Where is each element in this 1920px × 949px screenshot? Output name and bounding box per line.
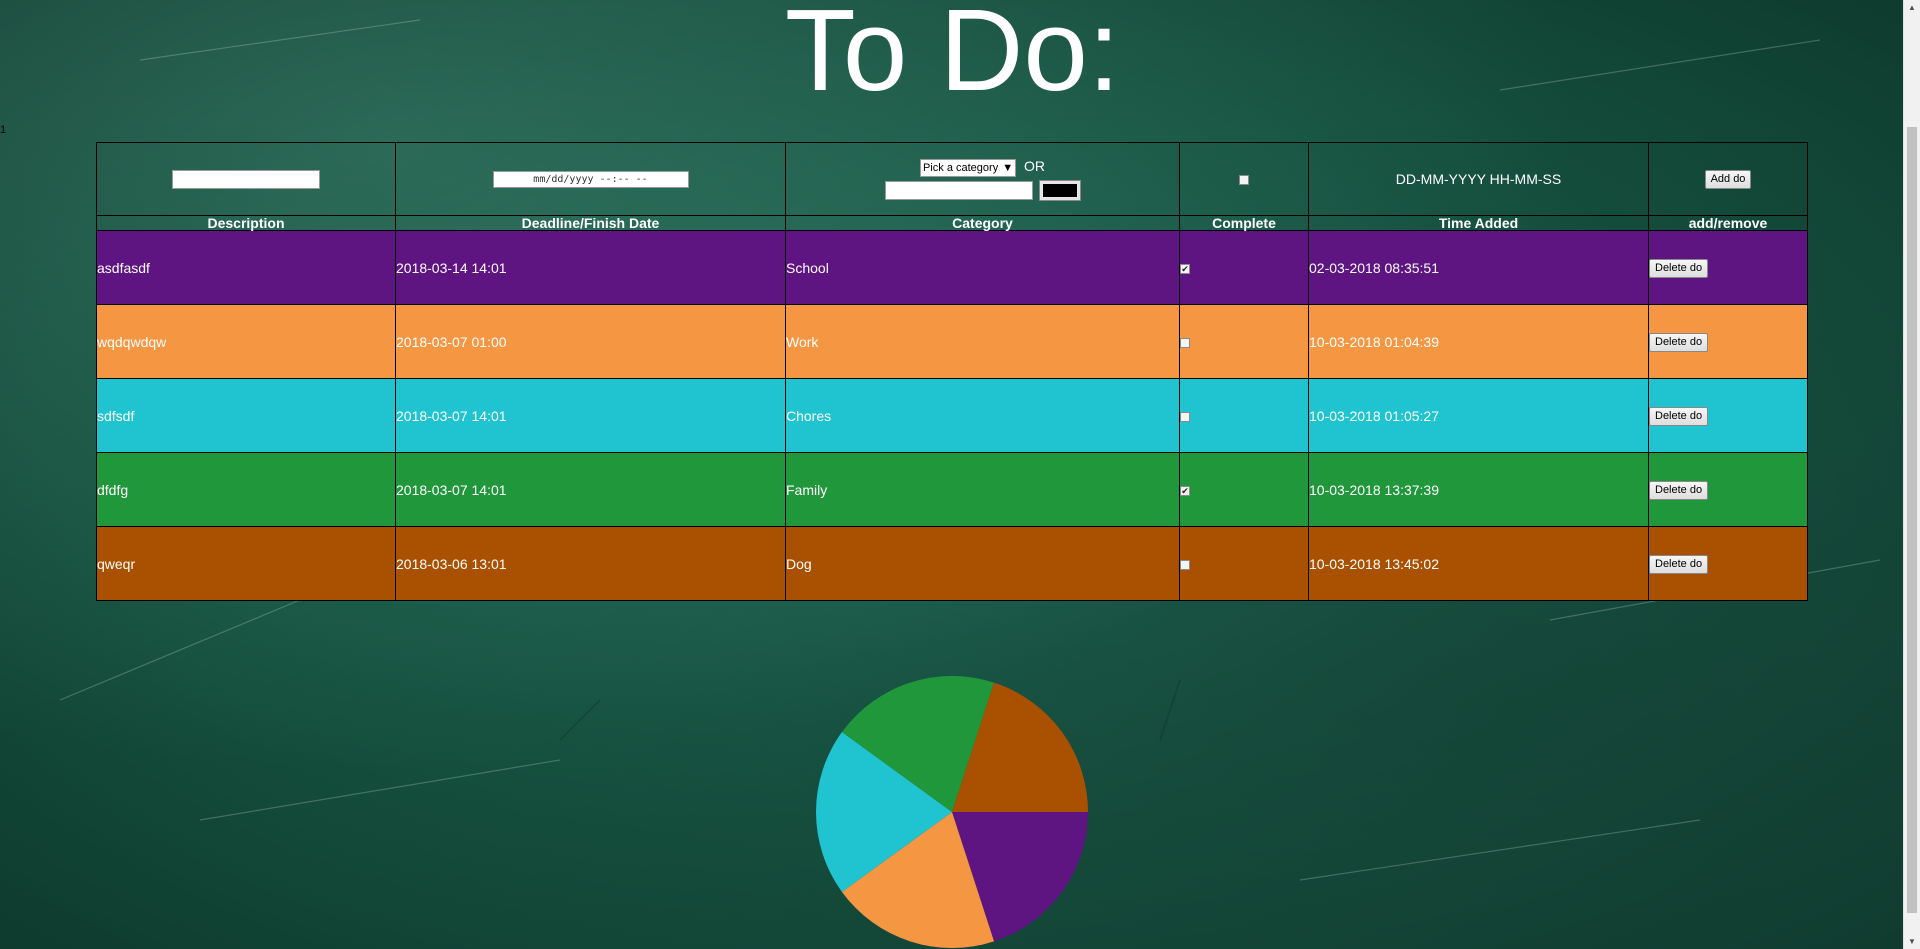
complete-cell: ✔: [1179, 452, 1309, 527]
category-color-picker[interactable]: [1038, 179, 1081, 201]
column-header: Category: [785, 215, 1180, 231]
complete-cell: [1179, 142, 1309, 216]
column-header: Deadline/Finish Date: [395, 215, 786, 231]
description-cell: [96, 142, 396, 216]
deadline-cell: mm/dd/yyyy --:-- --: [395, 142, 786, 216]
category-pie-chart: [816, 676, 1088, 948]
time-added-text: 10-03-2018 01:05:27: [1308, 378, 1649, 453]
column-header: add/remove: [1648, 215, 1808, 231]
category-or-label: OR: [1023, 157, 1045, 174]
delete-do-button[interactable]: Delete do: [1649, 332, 1709, 352]
description-text: dfdfg: [96, 452, 396, 527]
description-text: sdfsdf: [96, 378, 396, 453]
time-format-cell: DD-MM-YYYY HH-MM-SS: [1308, 142, 1649, 216]
add-form-row: mm/dd/yyyy --:-- -- Pick a category ▼ OR: [96, 142, 1808, 216]
stray-mark: 1: [0, 124, 7, 136]
complete-cell: ✔: [1179, 230, 1309, 305]
delete-do-button[interactable]: Delete do: [1649, 406, 1709, 426]
deadline-text: 2018-03-06 13:01: [395, 526, 786, 601]
complete-checkbox[interactable]: [1180, 411, 1190, 422]
table-row: wqdqwdqw 2018-03-07 01:00 Work 10-03-201…: [96, 304, 1808, 379]
page-title: To Do:: [784, 0, 1121, 115]
scroll-up-icon[interactable]: ▲: [1908, 3, 1916, 12]
scrollbar-thumb[interactable]: [1907, 127, 1917, 913]
scroll-down-icon[interactable]: ▼: [1908, 937, 1916, 946]
time-format-label: DD-MM-YYYY HH-MM-SS: [1395, 171, 1562, 187]
column-header: Time Added: [1308, 215, 1649, 231]
time-added-text: 10-03-2018 13:45:02: [1308, 526, 1649, 601]
category-cell: Pick a category ▼ OR: [785, 142, 1180, 216]
description-text: wqdqwdqw: [96, 304, 396, 379]
action-cell: Delete do: [1648, 526, 1808, 601]
table-row: sdfsdf 2018-03-07 14:01 Chores 10-03-201…: [96, 378, 1808, 453]
table-header: Description Deadline/Finish Date Categor…: [96, 215, 1808, 231]
deadline-text: 2018-03-14 14:01: [395, 230, 786, 305]
deadline-text: 2018-03-07 14:01: [395, 452, 786, 527]
complete-checkbox[interactable]: [1239, 175, 1249, 186]
category-text: School: [785, 230, 1180, 305]
complete-checkbox[interactable]: [1180, 337, 1190, 348]
deadline-text: 2018-03-07 14:01: [395, 378, 786, 453]
delete-do-button[interactable]: Delete do: [1649, 480, 1709, 500]
category-select-value: Pick a category: [923, 161, 999, 174]
action-cell: Delete do: [1648, 452, 1808, 527]
description-text: asdfasdf: [96, 230, 396, 305]
description-input[interactable]: [172, 169, 320, 189]
time-added-text: 02-03-2018 08:35:51: [1308, 230, 1649, 305]
description-text: qweqr: [96, 526, 396, 601]
category-select[interactable]: Pick a category ▼: [920, 158, 1017, 177]
complete-checkbox[interactable]: [1180, 559, 1190, 570]
table-row: qweqr 2018-03-06 13:01 Dog 10-03-2018 13…: [96, 526, 1808, 601]
complete-cell: [1179, 526, 1309, 601]
new-category-input[interactable]: [884, 180, 1033, 200]
complete-cell: [1179, 378, 1309, 453]
action-cell: Delete do: [1648, 378, 1808, 453]
table-row: dfdfg 2018-03-07 14:01 Family ✔ 10-03-20…: [96, 452, 1808, 527]
delete-do-button[interactable]: Delete do: [1649, 554, 1709, 574]
complete-checkbox[interactable]: ✔: [1180, 485, 1190, 496]
deadline-input[interactable]: mm/dd/yyyy --:-- --: [492, 170, 689, 188]
action-cell: Delete do: [1648, 230, 1808, 305]
category-text: Dog: [785, 526, 1180, 601]
add-cell: Add do: [1648, 142, 1808, 216]
delete-do-button[interactable]: Delete do: [1649, 258, 1709, 278]
column-header: Description: [96, 215, 396, 231]
action-cell: Delete do: [1648, 304, 1808, 379]
time-added-text: 10-03-2018 13:37:39: [1308, 452, 1649, 527]
table-row: asdfasdf 2018-03-14 14:01 School ✔ 02-03…: [96, 230, 1808, 305]
deadline-text: 2018-03-07 01:00: [395, 304, 786, 379]
category-text: Work: [785, 304, 1180, 379]
vertical-scrollbar[interactable]: ▲ ▼: [1903, 0, 1920, 949]
chevron-down-icon: ▼: [1002, 161, 1014, 174]
add-do-button[interactable]: Add do: [1704, 170, 1752, 189]
todo-table: mm/dd/yyyy --:-- -- Pick a category ▼ OR: [96, 142, 1808, 601]
category-text: Family: [785, 452, 1180, 527]
complete-checkbox[interactable]: ✔: [1180, 263, 1190, 274]
color-swatch-fill: [1042, 183, 1077, 197]
complete-cell: [1179, 304, 1309, 379]
time-added-text: 10-03-2018 01:04:39: [1308, 304, 1649, 379]
column-header: Complete: [1179, 215, 1309, 231]
category-text: Chores: [785, 378, 1180, 453]
